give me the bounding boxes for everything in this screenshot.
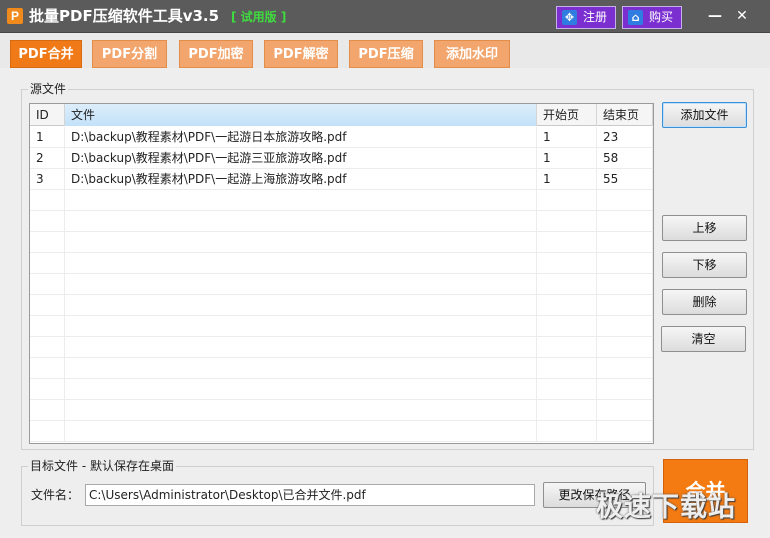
delete-button[interactable]: 删除: [662, 289, 747, 315]
row-end-page[interactable]: 55: [597, 169, 653, 190]
register-button[interactable]: ✥ 注册: [556, 6, 616, 29]
buy-label: 购买: [649, 10, 674, 24]
column-header-end-page[interactable]: 结束页: [597, 104, 653, 126]
empty-row: [30, 421, 653, 442]
move-down-button[interactable]: 下移: [662, 252, 747, 278]
add-file-button[interactable]: 添加文件: [662, 102, 747, 128]
target-file-label: 目标文件 - 默认保存在桌面: [28, 459, 176, 473]
empty-row: [30, 253, 653, 274]
tab-pdf-split[interactable]: PDF分割: [92, 40, 167, 68]
close-button[interactable]: ✕: [731, 6, 753, 26]
row-end-page[interactable]: 23: [597, 127, 653, 148]
row-file: D:\backup\教程素材\PDF\一起游三亚旅游攻略.pdf: [65, 148, 537, 169]
empty-row: [30, 274, 653, 295]
filename-input[interactable]: C:\Users\Administrator\Desktop\已合并文件.pdf: [85, 484, 535, 506]
site-watermark: 极速下载站: [596, 492, 736, 523]
row-file: D:\backup\教程素材\PDF\一起游日本旅游攻略.pdf: [65, 127, 537, 148]
register-icon: ✥: [562, 10, 577, 25]
register-label: 注册: [583, 10, 608, 24]
file-table[interactable]: ID 文件 开始页 结束页 1 D:\backup\教程素材\PDF\一起游日本…: [29, 103, 654, 444]
tab-add-watermark[interactable]: 添加水印: [434, 40, 510, 68]
minimize-button[interactable]: —: [704, 6, 726, 26]
column-header-id[interactable]: ID: [30, 104, 65, 126]
row-id: 3: [30, 169, 65, 190]
tab-pdf-merge[interactable]: PDF合并: [10, 40, 82, 68]
row-id: 1: [30, 127, 65, 148]
buy-button[interactable]: ⌂ 购买: [622, 6, 682, 29]
source-files-label: 源文件: [28, 82, 69, 96]
empty-row: [30, 337, 653, 358]
table-row[interactable]: 1 D:\backup\教程素材\PDF\一起游日本旅游攻略.pdf 1 23: [30, 127, 653, 148]
filename-label: 文件名：: [31, 488, 80, 502]
row-id: 2: [30, 148, 65, 169]
tab-pdf-decrypt[interactable]: PDF解密: [264, 40, 338, 68]
column-header-start-page[interactable]: 开始页: [537, 104, 597, 126]
cart-icon: ⌂: [628, 10, 643, 25]
column-header-file[interactable]: 文件: [65, 104, 537, 126]
tab-pdf-compress[interactable]: PDF压缩: [349, 40, 423, 68]
trial-badge: [ 试用版 ]: [231, 10, 287, 24]
tab-pdf-encrypt[interactable]: PDF加密: [179, 40, 253, 68]
row-start-page[interactable]: 1: [537, 148, 597, 169]
empty-row: [30, 190, 653, 211]
move-up-button[interactable]: 上移: [662, 215, 747, 241]
app-title: 批量PDF压缩软件工具v3.5: [29, 7, 220, 25]
empty-row: [30, 232, 653, 253]
row-start-page[interactable]: 1: [537, 127, 597, 148]
empty-row: [30, 379, 653, 400]
title-bar: P 批量PDF压缩软件工具v3.5 [ 试用版 ] ✥ 注册 ⌂ 购买 — ✕: [0, 0, 770, 33]
clear-button[interactable]: 清空: [661, 326, 746, 352]
empty-row: [30, 358, 653, 379]
row-end-page[interactable]: 58: [597, 148, 653, 169]
table-row[interactable]: 3 D:\backup\教程素材\PDF\一起游上海旅游攻略.pdf 1 55: [30, 169, 653, 190]
table-row[interactable]: 2 D:\backup\教程素材\PDF\一起游三亚旅游攻略.pdf 1 58: [30, 148, 653, 169]
row-file: D:\backup\教程素材\PDF\一起游上海旅游攻略.pdf: [65, 169, 537, 190]
empty-row: [30, 400, 653, 421]
row-start-page[interactable]: 1: [537, 169, 597, 190]
empty-row: [30, 316, 653, 337]
app-logo-icon: P: [7, 8, 23, 24]
empty-row: [30, 211, 653, 232]
empty-row: [30, 295, 653, 316]
table-header: ID 文件 开始页 结束页: [30, 104, 653, 126]
